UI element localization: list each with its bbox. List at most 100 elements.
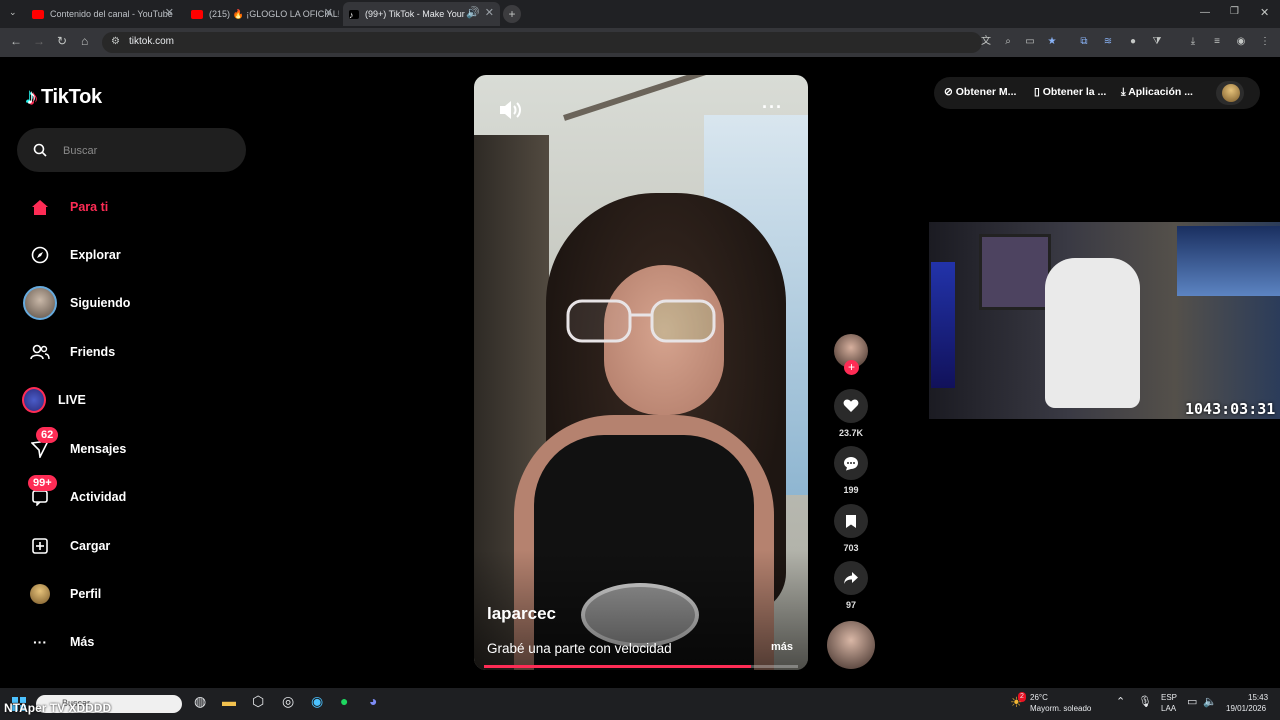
app-icon[interactable]: ◍ — [194, 693, 206, 710]
coin-icon: ⊘ — [944, 86, 953, 98]
tab-youtube-live[interactable]: (215) 🔥 ¡GLOGLO LA OFICIAL! ✕ — [185, 2, 339, 26]
extension-translate-icon[interactable]: ⧉ — [1078, 36, 1090, 48]
search-input[interactable] — [61, 140, 235, 162]
extension-wave-icon[interactable]: ≋ — [1102, 36, 1114, 48]
home-page-icon[interactable]: ⌂ — [81, 34, 88, 48]
close-tab-icon[interactable]: ✕ — [485, 6, 494, 19]
video-more-options-icon[interactable]: ··· — [762, 97, 783, 118]
profile-icon[interactable]: ◉ — [1235, 36, 1247, 48]
tab-title: Contenido del canal - YouTube — [50, 9, 173, 19]
tiktok-note-icon: ♪ — [26, 84, 37, 109]
weather-temp: 26°C — [1030, 693, 1048, 702]
music-disc[interactable] — [827, 621, 875, 669]
sidebar-item-label: Friends — [70, 345, 116, 359]
stream-scene — [979, 234, 1051, 310]
get-app-label: Obtener la ... — [1042, 86, 1107, 98]
comment-button[interactable]: 199 — [834, 446, 868, 495]
follow-plus-icon[interactable]: + — [844, 360, 859, 375]
download-app-label: Aplicación ... — [1128, 86, 1193, 98]
user-avatar-button[interactable] — [1216, 81, 1244, 105]
extensions-puzzle-icon[interactable]: ⧩ — [1151, 36, 1163, 48]
close-tab-icon[interactable]: ✕ — [324, 6, 333, 19]
browser-menu-icon[interactable]: ⋮ — [1259, 36, 1271, 48]
video-progress-bar[interactable] — [484, 665, 798, 668]
share-button[interactable]: 97 — [834, 561, 868, 610]
volume-tray-icon[interactable]: 🔈 — [1203, 695, 1217, 708]
close-window-icon[interactable]: ✕ — [1260, 6, 1269, 19]
site-info-icon[interactable]: ⚙ — [111, 36, 120, 47]
file-explorer-icon[interactable]: ▬ — [222, 693, 236, 709]
sidebar-item-para-ti[interactable]: Para ti — [22, 187, 252, 227]
reload-icon[interactable]: ↻ — [57, 34, 67, 48]
tiktok-logo[interactable]: ♪ TikTok — [26, 84, 102, 110]
language-indicator[interactable]: ESP — [1161, 693, 1177, 702]
stream-scene — [931, 262, 955, 388]
sidebar-item-perfil[interactable]: Perfil — [22, 574, 252, 614]
upload-icon — [22, 528, 58, 564]
windows-taskbar: Buscar ◍ ▬ ⬡ ◎ ◉ ● ◕ ☀ 2 26°C Mayorm. so… — [0, 688, 1280, 720]
close-tab-icon[interactable]: ✕ — [165, 6, 174, 19]
weather-desc: Mayorm. soleado — [1030, 704, 1092, 713]
sidebar-item-mensajes[interactable]: 62 Mensajes — [22, 427, 252, 469]
extension-icon[interactable]: ● — [1127, 36, 1139, 48]
microphone-icon[interactable]: 🎙 — [1138, 695, 1152, 708]
tab-tiktok[interactable]: ♪ (99+) TikTok - Make Your Day 🔊 ✕ — [343, 2, 500, 26]
url-field[interactable]: ⚙ tiktok.com 文 ⌕ ▭ ★ — [102, 32, 1056, 53]
new-tab-button[interactable]: + — [503, 5, 521, 23]
volume-icon[interactable] — [498, 99, 524, 121]
translate-icon[interactable]: 文 — [980, 36, 992, 48]
get-coins-button[interactable]: ⊘ Obtener M... — [944, 86, 1016, 98]
tray-chevron-icon[interactable]: ⌃ — [1116, 695, 1125, 708]
youtube-favicon-icon — [191, 9, 203, 19]
keyboard-layout[interactable]: LAA — [1161, 704, 1176, 713]
video-progress-fill — [484, 665, 751, 668]
overwatch-icon[interactable]: ◎ — [282, 693, 294, 710]
video-author[interactable]: laparcec — [487, 604, 556, 624]
app-icon[interactable]: ⬡ — [252, 693, 264, 710]
sidebar-item-actividad[interactable]: 99+ Actividad — [22, 475, 252, 517]
download-app-button[interactable]: ⤓ Aplicación ... — [1121, 86, 1193, 99]
get-app-button[interactable]: ▯ Obtener la ... — [1034, 86, 1106, 98]
caption-more-link[interactable]: más — [771, 641, 793, 653]
chrome-icon[interactable]: ◉ — [311, 693, 323, 710]
speaker-icon[interactable]: 🔊 — [466, 6, 480, 19]
profile-avatar — [22, 576, 58, 612]
back-icon[interactable]: ← — [10, 34, 22, 48]
spotify-icon[interactable]: ● — [340, 693, 348, 709]
discord-icon[interactable]: ◕ — [369, 693, 377, 709]
search-bar[interactable] — [17, 128, 246, 172]
sidebar-item-label: Perfil — [70, 587, 102, 601]
sound-avatar — [827, 621, 875, 669]
sidebar-item-live[interactable]: LIVE — [22, 380, 252, 420]
tab-search-icon[interactable]: ⌄ — [9, 7, 17, 18]
clock-time[interactable]: 15:43 — [1248, 693, 1268, 702]
stream-scene — [1045, 258, 1140, 408]
stream-watermark: NTAper TV XDDDD — [4, 701, 112, 715]
clock-date[interactable]: 19/01/2026 — [1226, 704, 1266, 713]
compass-icon — [22, 237, 58, 273]
like-button[interactable]: 23.7K — [834, 389, 868, 438]
video-player[interactable]: ··· laparcec Grabé una parte con velocid… — [474, 75, 808, 670]
save-button[interactable]: 703 — [834, 504, 868, 553]
forward-icon[interactable]: → — [33, 34, 45, 48]
home-icon — [22, 189, 58, 225]
tab-youtube-content[interactable]: Contenido del canal - YouTube ✕ — [26, 2, 180, 26]
sidebar-item-friends[interactable]: Friends — [22, 332, 252, 372]
sidebar-item-mas[interactable]: ··· Más — [22, 622, 252, 662]
minimize-icon[interactable]: — — [1200, 7, 1210, 18]
sidebar-item-siguiendo[interactable]: Siguiendo — [22, 283, 252, 323]
sidebar-item-cargar[interactable]: Cargar — [22, 526, 252, 566]
sidebar-item-label: Actividad — [70, 490, 127, 504]
zoom-icon[interactable]: ⌕ — [1002, 36, 1014, 48]
network-icon[interactable]: ▭ — [1187, 695, 1197, 708]
cast-icon[interactable]: ▭ — [1024, 36, 1036, 48]
comment-count: 199 — [843, 485, 859, 495]
sidebar-item-explorar[interactable]: Explorar — [22, 235, 252, 275]
maximize-icon[interactable]: ❐ — [1230, 6, 1239, 17]
live-icon — [22, 382, 46, 418]
bookmark-star-icon[interactable]: ★ — [1046, 36, 1058, 48]
messages-icon: 62 — [22, 427, 59, 467]
download-icon[interactable]: ⤓ — [1187, 36, 1199, 48]
creator-avatar-button[interactable]: + — [834, 334, 868, 375]
media-control-icon[interactable]: ≡ — [1211, 36, 1223, 48]
